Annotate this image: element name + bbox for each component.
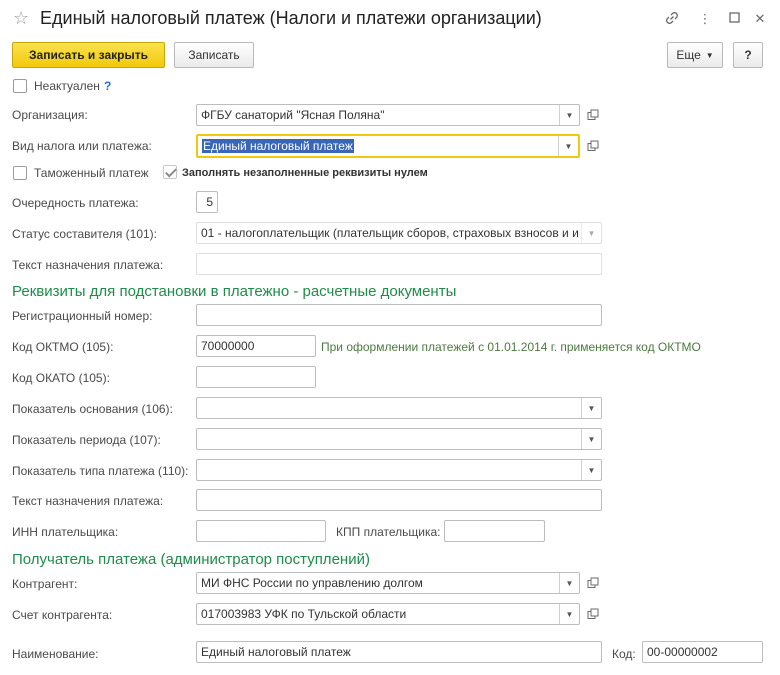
inn-label: ИНН плательщика: [12,525,119,539]
account-label: Счет контрагента: [12,608,113,622]
priority-value: 5 [206,195,213,209]
requisites-purpose-label: Текст назначения платежа: [12,494,164,508]
name-value: Единый налоговый платеж [201,645,351,659]
more-vertical-icon[interactable]: ⋮ [697,11,713,27]
status-field[interactable]: 01 - налогоплательщик (плательщик сборов… [196,222,602,244]
inactive-help-link[interactable]: ? [104,79,111,93]
payment-type-label: Показатель типа платежа (110): [12,464,189,478]
more-menu-label: Еще [676,48,701,62]
kpp-label: КПП плательщика: [336,525,441,539]
code-value: 00-00000002 [647,645,718,659]
save-and-close-button[interactable]: Записать и закрыть [12,42,165,68]
tax-type-label: Вид налога или платежа: [12,139,152,153]
customs-label: Таможенный платеж [34,166,149,180]
counterparty-label: Контрагент: [12,577,78,591]
chevron-down-icon: ▼ [705,50,714,60]
fill-zero-label: Заполнять незаполненные реквизиты нулем [182,167,428,179]
customs-checkbox[interactable] [13,166,27,180]
window-title: Единый налоговый платеж (Налоги и платеж… [40,8,542,28]
oktmo-value: 70000000 [201,339,255,353]
counterparty-field[interactable]: МИ ФНС России по управлению долгом ▼ [196,572,580,594]
inactive-checkbox[interactable] [13,79,27,93]
requisites-section-title: Реквизиты для подстановки в платежно - р… [12,283,457,300]
purpose-label: Текст назначения платежа: [12,258,164,272]
okato-field[interactable] [196,366,316,388]
maximize-icon[interactable] [726,11,742,26]
payment-type-field[interactable]: ▼ [196,459,602,481]
favorite-star-icon[interactable]: ☆ [13,8,29,29]
oktmo-label: Код ОКТМО (105): [12,340,114,354]
status-value: 01 - налогоплательщик (плательщик сборов… [201,226,579,240]
basis-field[interactable]: ▼ [196,397,602,419]
code-field[interactable]: 00-00000002 [642,641,763,663]
inactive-label: Неактуален [34,79,100,93]
open-organization-icon[interactable] [582,104,604,126]
oktmo-field[interactable]: 70000000 [196,335,316,357]
open-account-icon[interactable] [582,603,604,625]
kpp-field[interactable] [444,520,545,542]
chevron-down-icon[interactable]: ▼ [581,429,601,449]
close-icon[interactable]: ✕ [752,11,768,27]
organization-value: ФГБУ санаторий "Ясная Поляна" [201,108,385,122]
reg-number-label: Регистрационный номер: [12,309,153,323]
open-tax-type-icon[interactable] [582,135,604,157]
basis-label: Показатель основания (106): [12,402,173,416]
tax-type-field[interactable]: Единый налоговый платеж ▼ [196,134,580,158]
organization-label: Организация: [12,108,88,122]
period-label: Показатель периода (107): [12,433,161,447]
chevron-down-icon[interactable]: ▼ [581,460,601,480]
purpose-field[interactable] [196,253,602,275]
priority-field[interactable]: 5 [196,191,218,213]
account-field[interactable]: 017003983 УФК по Тульской области ▼ [196,603,580,625]
code-label: Код: [612,647,636,661]
chevron-down-icon[interactable]: ▼ [559,105,579,125]
help-button[interactable]: ? [733,42,763,68]
status-label: Статус составителя (101): [12,227,158,241]
reg-number-field[interactable] [196,304,602,326]
okato-label: Код ОКАТО (105): [12,371,110,385]
chevron-down-icon[interactable]: ▼ [558,136,578,156]
open-counterparty-icon[interactable] [582,572,604,594]
more-menu-button[interactable]: Еще ▼ [667,42,723,68]
name-field[interactable]: Единый налоговый платеж [196,641,602,663]
save-button[interactable]: Записать [174,42,254,68]
counterparty-value: МИ ФНС России по управлению долгом [201,576,423,590]
name-label: Наименование: [12,647,99,661]
period-field[interactable]: ▼ [196,428,602,450]
requisites-purpose-field[interactable] [196,489,602,511]
account-value: 017003983 УФК по Тульской области [201,607,407,621]
priority-label: Очередность платежа: [12,196,139,210]
fill-zero-checkbox[interactable] [163,165,177,179]
recipient-section-title: Получатель платежа (администратор поступ… [12,551,370,568]
tax-type-value: Единый налоговый платеж [202,139,354,153]
organization-field[interactable]: ФГБУ санаторий "Ясная Поляна" ▼ [196,104,580,126]
chevron-down-icon[interactable]: ▼ [559,573,579,593]
chevron-down-icon[interactable]: ▼ [581,223,601,243]
inn-field[interactable] [196,520,326,542]
chevron-down-icon[interactable]: ▼ [581,398,601,418]
link-icon[interactable] [664,11,680,28]
chevron-down-icon[interactable]: ▼ [559,604,579,624]
oktmo-hint: При оформлении платежей с 01.01.2014 г. … [321,340,701,354]
